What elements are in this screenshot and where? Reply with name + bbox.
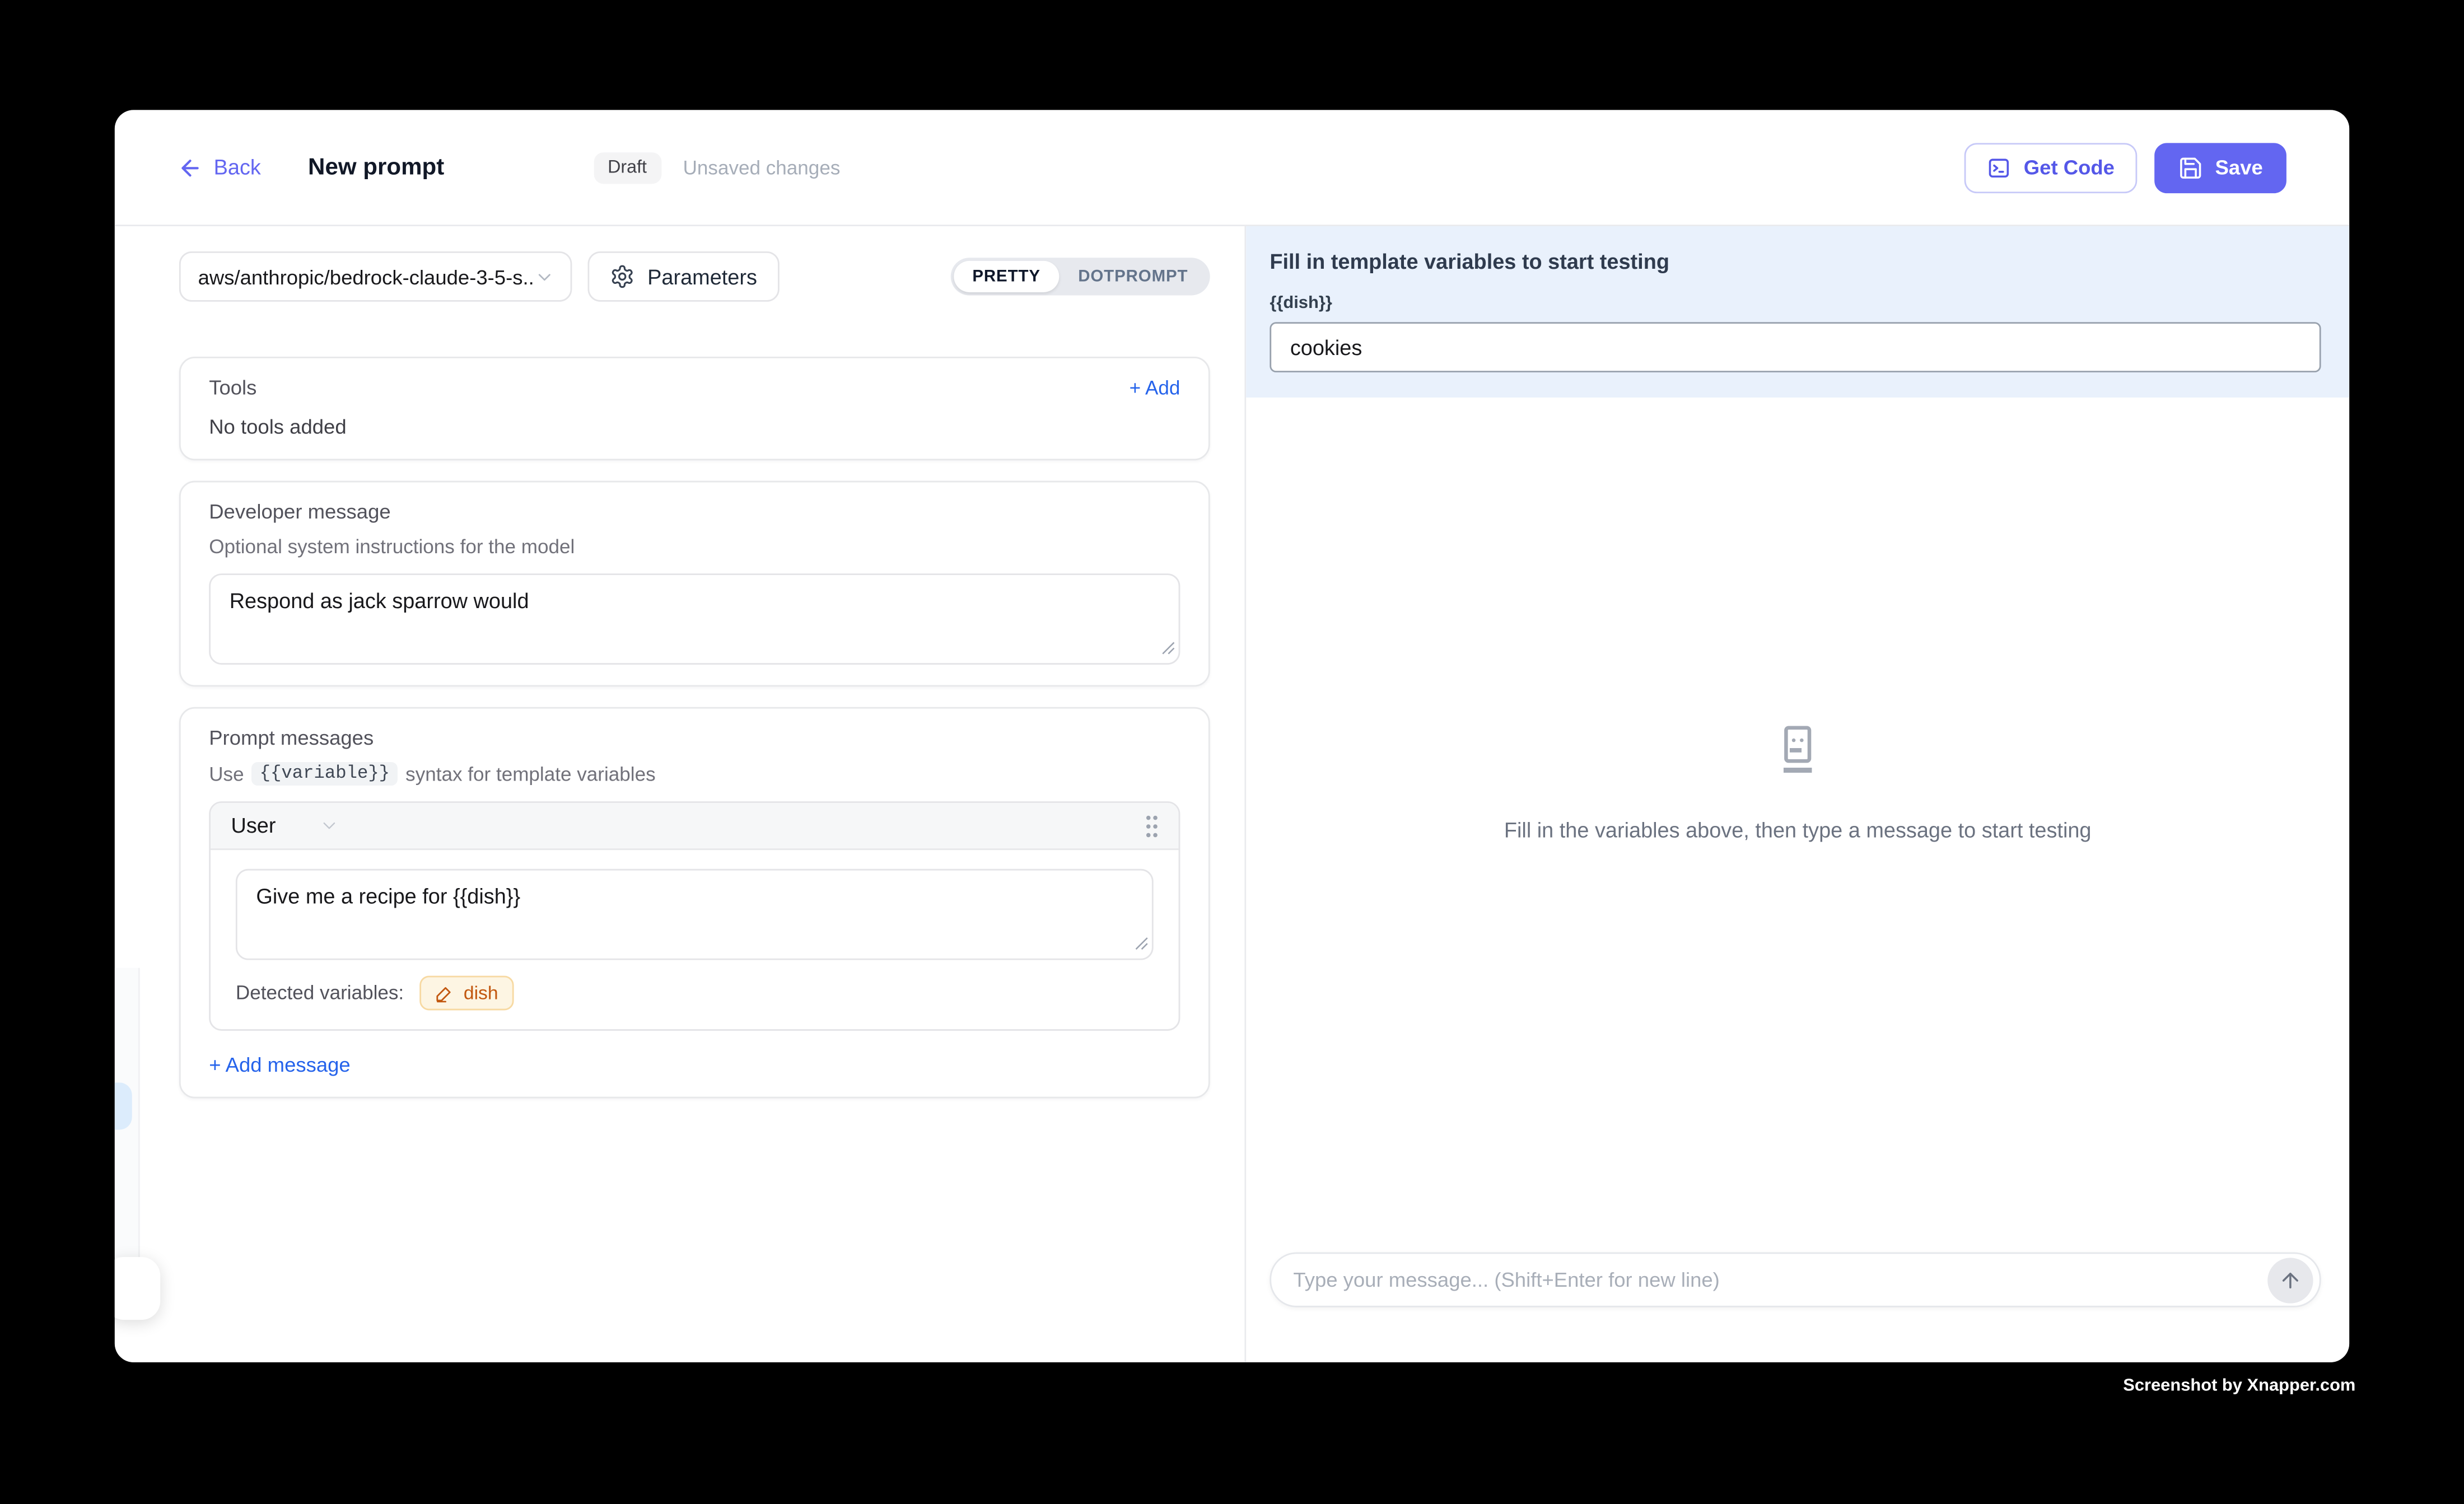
parameters-label: Parameters (647, 265, 757, 288)
role-value: User (231, 814, 276, 838)
terminal-square-icon (1986, 155, 2011, 180)
role-selector[interactable]: User (231, 814, 338, 838)
chat-area: Fill in the variables above, then type a… (1246, 398, 2349, 1362)
get-code-label: Get Code (2024, 156, 2115, 179)
arrow-left-icon (178, 155, 203, 180)
message-text-input[interactable]: Give me a recipe for {{dish}} (236, 869, 1154, 960)
chat-input-row (1246, 1252, 2349, 1362)
chevron-down-icon (318, 815, 338, 835)
cutoff-popover (115, 1257, 160, 1320)
add-tool-button[interactable]: + Add (1130, 376, 1180, 398)
bot-face-icon (1770, 722, 1826, 778)
watermark-text: Screenshot by Xnapper.com (2123, 1376, 2355, 1395)
developer-message-subtitle: Optional system instructions for the mod… (209, 536, 1180, 558)
arrow-up-icon (2279, 1268, 2302, 1292)
prompt-messages-subtitle: Use {{variable}} syntax for template var… (209, 762, 1180, 786)
message-header: User (211, 803, 1179, 850)
model-selector-value: aws/anthropic/bedrock-claude-3-5-s... (198, 265, 535, 288)
save-button[interactable]: Save (2154, 142, 2286, 193)
tools-card: Tools + Add No tools added (179, 357, 1210, 460)
variable-chip-dish[interactable]: dish (419, 976, 514, 1011)
header: Back New prompt Draft Unsaved changes Ge… (115, 110, 2349, 226)
prompt-messages-title: Prompt messages (209, 726, 1180, 749)
tools-title: Tools (209, 376, 256, 399)
chat-empty-text: Fill in the variables above, then type a… (1504, 818, 2092, 842)
prompt-messages-card: Prompt messages Use {{variable}} syntax … (179, 707, 1210, 1099)
template-variables-section: Fill in template variables to start test… (1246, 226, 2349, 398)
prompt-tester-pane: Fill in template variables to start test… (1246, 226, 2349, 1362)
chat-input-container (1270, 1252, 2321, 1307)
pencil-line-icon (435, 984, 454, 1003)
prompt-editor-pane: aws/anthropic/bedrock-claude-3-5-s... Pa… (115, 226, 1246, 1362)
variable-name-label: {{dish}} (1270, 294, 2321, 313)
toggle-option-dotprompt[interactable]: DOTPROMPT (1060, 261, 1207, 292)
variable-syntax-chip: {{variable}} (252, 762, 398, 786)
subtitle-prefix: Use (209, 763, 244, 784)
save-label: Save (2215, 156, 2263, 179)
toggle-option-pretty[interactable]: PRETTY (954, 261, 1060, 292)
back-label: Back (214, 156, 261, 179)
tester-title: Fill in template variables to start test… (1270, 250, 2321, 273)
variable-value-input[interactable] (1270, 322, 2321, 372)
detected-variables-row: Detected variables: dish (236, 976, 1154, 1011)
message-block: User Give me a recipe for {{dish}} (209, 801, 1180, 1031)
header-actions: Get Code Save (1964, 142, 2286, 193)
developer-message-card: Developer message Optional system instru… (179, 481, 1210, 687)
model-selector[interactable]: aws/anthropic/bedrock-claude-3-5-s... (179, 251, 572, 302)
subtitle-suffix: syntax for template variables (405, 763, 655, 784)
chat-empty-state: Fill in the variables above, then type a… (1246, 398, 2349, 1253)
resize-handle-icon[interactable] (1161, 641, 1175, 655)
cutoff-sidebar-item (115, 1082, 132, 1129)
message-body: Give me a recipe for {{dish}} Detected v… (211, 850, 1179, 1029)
tools-empty-text: No tools added (209, 415, 1180, 438)
variable-chip-label: dish (464, 982, 498, 1004)
parameters-button[interactable]: Parameters (587, 251, 779, 302)
unsaved-changes-text: Unsaved changes (683, 156, 841, 178)
app-window: Back New prompt Draft Unsaved changes Ge… (115, 110, 2349, 1362)
send-button[interactable] (2267, 1257, 2313, 1302)
developer-message-title: Developer message (209, 499, 1180, 523)
get-code-button[interactable]: Get Code (1964, 142, 2136, 193)
detected-variables-label: Detected variables: (236, 982, 404, 1004)
chevron-down-icon (534, 267, 554, 287)
gear-icon (610, 264, 635, 289)
content-split: aws/anthropic/bedrock-claude-3-5-s... Pa… (115, 226, 2349, 1362)
chat-message-input[interactable] (1271, 1254, 2320, 1306)
resize-handle-icon[interactable] (1135, 936, 1149, 950)
back-button[interactable]: Back (178, 155, 261, 180)
model-row: aws/anthropic/bedrock-claude-3-5-s... Pa… (179, 251, 1210, 302)
add-message-button[interactable]: + Add message (209, 1053, 351, 1076)
screenshot-stage: Back New prompt Draft Unsaved changes Ge… (0, 0, 2464, 1503)
developer-message-input[interactable]: Respond as jack sparrow would (209, 573, 1180, 665)
format-toggle: PRETTY DOTPROMPT (950, 258, 1210, 295)
floppy-disk-icon (2177, 155, 2202, 180)
status-badge: Draft (594, 152, 661, 183)
page-title: New prompt (308, 154, 444, 181)
grip-dots-icon[interactable] (1144, 813, 1160, 838)
